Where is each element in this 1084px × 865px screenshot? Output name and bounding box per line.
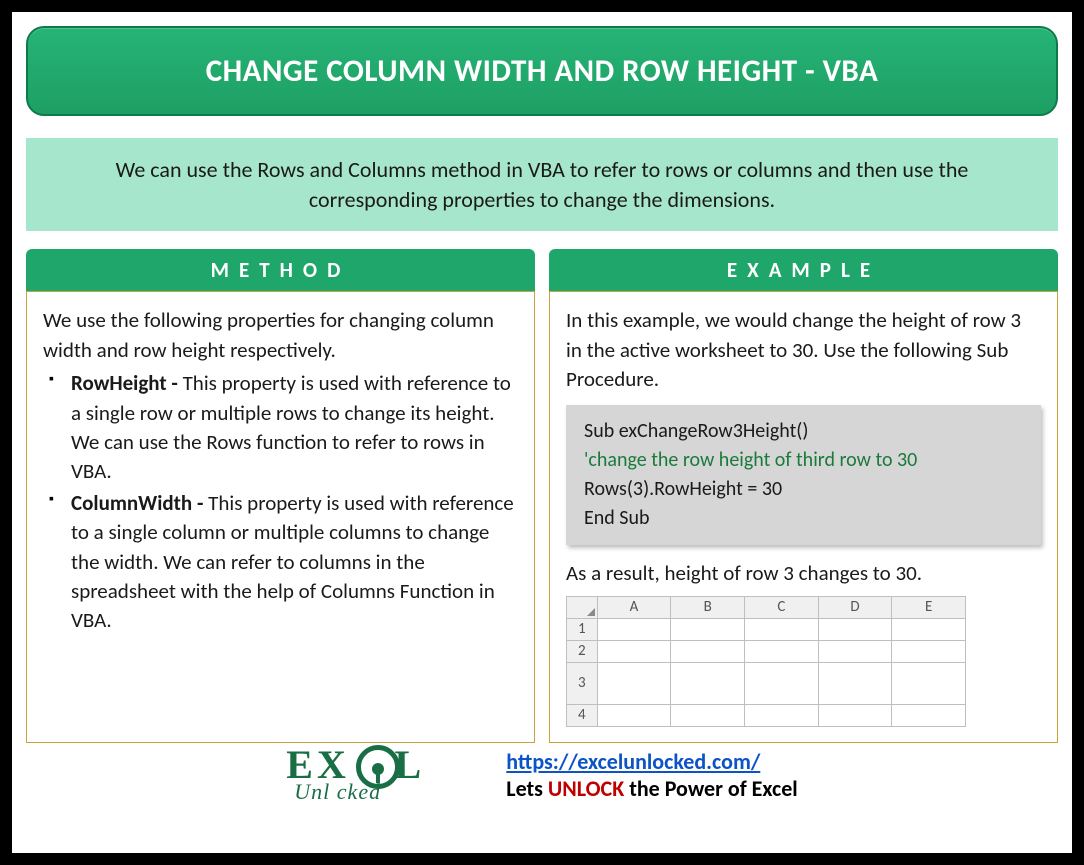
example-lead: In this example, we would change the hei…	[566, 306, 1041, 394]
sheet-corner	[567, 596, 598, 618]
list-item: ColumnWidth - This property is used with…	[43, 489, 518, 636]
sheet-row: 2	[567, 640, 966, 662]
cell	[745, 662, 819, 704]
example-result: As a result, height of row 3 changes to …	[566, 559, 1041, 588]
cell	[892, 704, 966, 726]
example-column: EXAMPLE In this example, we would change…	[549, 249, 1058, 743]
prop-name: ColumnWidth -	[71, 490, 208, 516]
cell	[818, 640, 892, 662]
sheet-header-row: A B C D E	[567, 596, 966, 618]
col-header: A	[597, 596, 671, 618]
tag-pre: Lets	[506, 775, 548, 802]
cell	[671, 618, 745, 640]
tagline: Lets UNLOCK the Power of Excel	[506, 775, 797, 802]
example-panel: In this example, we would change the hei…	[549, 291, 1058, 743]
col-header: C	[745, 596, 819, 618]
tag-unlock: UNLOCK	[548, 775, 624, 802]
row-header: 1	[567, 618, 598, 640]
code-line: Sub exChangeRow3Height()	[584, 417, 1023, 446]
code-block: Sub exChangeRow3Height() 'change the row…	[566, 405, 1041, 545]
sheet-row-tall: 3	[567, 662, 966, 704]
document-card: CHANGE COLUMN WIDTH AND ROW HEIGHT - VBA…	[0, 0, 1084, 865]
cell	[597, 618, 671, 640]
footer-text: https://excelunlocked.com/ Lets UNLOCK t…	[506, 748, 797, 802]
code-line: Rows(3).RowHeight = 30	[584, 475, 1023, 504]
cell	[892, 618, 966, 640]
cell	[597, 662, 671, 704]
sheet-row: 1	[567, 618, 966, 640]
cell	[597, 640, 671, 662]
code-comment: 'change the row height of third row to 3…	[584, 446, 1023, 475]
cell	[671, 662, 745, 704]
footer: EX EL Unl cked https://excelunlocked.com…	[26, 745, 1058, 805]
row-header: 4	[567, 704, 598, 726]
sheet-row: 4	[567, 704, 966, 726]
cell	[818, 662, 892, 704]
col-header: E	[892, 596, 966, 618]
property-list: RowHeight - This property is used with r…	[43, 369, 518, 636]
cell	[745, 618, 819, 640]
cell	[892, 640, 966, 662]
cell	[671, 704, 745, 726]
code-line: End Sub	[584, 504, 1023, 533]
cell	[892, 662, 966, 704]
cell	[818, 704, 892, 726]
spreadsheet-preview: A B C D E 1 2 3	[566, 596, 966, 727]
example-tab: EXAMPLE	[549, 249, 1058, 291]
intro-text: We can use the Rows and Columns method i…	[26, 138, 1058, 231]
method-tab: METHOD	[26, 249, 535, 291]
row-header: 3	[567, 662, 598, 704]
page-title: CHANGE COLUMN WIDTH AND ROW HEIGHT - VBA	[26, 26, 1058, 116]
cell	[597, 704, 671, 726]
excel-unlocked-logo: EX EL Unl cked	[286, 745, 476, 805]
cell	[818, 618, 892, 640]
cell	[745, 704, 819, 726]
cell	[671, 640, 745, 662]
list-item: RowHeight - This property is used with r…	[43, 369, 518, 487]
method-column: METHOD We use the following properties f…	[26, 249, 535, 743]
prop-name: RowHeight -	[71, 370, 183, 396]
row-header: 2	[567, 640, 598, 662]
tag-post: the Power of Excel	[624, 775, 797, 802]
cell	[745, 640, 819, 662]
site-link[interactable]: https://excelunlocked.com/	[506, 748, 760, 775]
columns-wrap: METHOD We use the following properties f…	[26, 249, 1058, 743]
logo-sub-text: Unl cked	[294, 779, 381, 805]
method-panel: We use the following properties for chan…	[26, 291, 535, 743]
method-lead: We use the following properties for chan…	[43, 306, 518, 365]
col-header: D	[818, 596, 892, 618]
col-header: B	[671, 596, 745, 618]
